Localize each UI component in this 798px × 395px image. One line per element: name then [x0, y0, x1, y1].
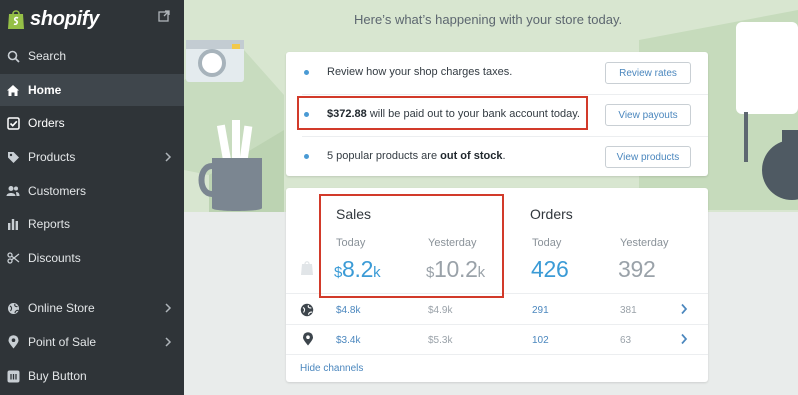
location-pin-icon	[6, 335, 20, 349]
channel-orders-today[interactable]: 291	[532, 305, 549, 316]
search-icon	[6, 49, 20, 63]
task-text: 5 popular products are out of stock.	[327, 150, 506, 162]
payout-highlight	[297, 96, 588, 130]
chevron-right-icon	[165, 152, 172, 162]
sidebar-item-label: Discounts	[28, 251, 81, 265]
task-text: Review how your shop charges taxes.	[327, 66, 513, 78]
bullet-dot	[304, 70, 309, 75]
globe-icon	[300, 303, 314, 317]
task-row: Review how your shop charges taxes. Revi…	[286, 52, 708, 94]
orders-title: Orders	[530, 206, 573, 222]
sidebar-item-label: Customers	[28, 184, 87, 198]
task-row: 5 popular products are out of stock. Vie…	[286, 136, 708, 178]
sidebar-item-label: Products	[28, 150, 76, 164]
chevron-right-icon	[165, 337, 172, 347]
page-headline: Here’s what’s happening with your store …	[354, 12, 623, 27]
sidebar: shopify Search Home Orders Products Cust…	[0, 0, 184, 395]
chevron-right-icon	[165, 303, 172, 313]
sales-highlight	[319, 194, 504, 298]
orders-today-value: 426	[531, 256, 569, 282]
shopify-bag-icon	[301, 261, 313, 275]
channel-orders-today[interactable]: 102	[532, 335, 549, 346]
sidebar-item-label: Online Store	[28, 301, 95, 315]
sidebar-item-orders[interactable]: Orders	[0, 107, 184, 139]
sidebar-item-label: Reports	[28, 217, 71, 231]
channel-sales-yesterday: $5.3k	[428, 335, 453, 346]
location-pin-icon	[303, 332, 313, 346]
shopify-bag-icon	[8, 10, 24, 29]
sidebar-item-reports[interactable]: Reports	[0, 208, 184, 240]
external-link-icon[interactable]	[158, 10, 170, 22]
bullet-dot	[304, 154, 309, 159]
chevron-right-icon[interactable]	[680, 303, 688, 315]
sidebar-item-search[interactable]: Search	[0, 40, 184, 72]
sidebar-item-home[interactable]: Home	[0, 74, 184, 106]
divider	[286, 354, 708, 355]
customers-icon	[6, 184, 20, 198]
review-rates-button[interactable]: Review rates	[605, 62, 691, 84]
sidebar-item-label: Buy Button	[28, 369, 87, 383]
orders-yesterday-label: Yesterday	[620, 237, 669, 249]
main-content: Here’s what’s happening with your store …	[184, 0, 798, 395]
channel-sales-today[interactable]: $3.4k	[336, 335, 360, 346]
buy-button-icon	[6, 369, 20, 383]
view-payouts-button[interactable]: View payouts	[605, 104, 691, 126]
online-store-icon	[6, 301, 20, 315]
channel-orders-yesterday: 381	[620, 305, 637, 316]
sidebar-item-label: Search	[28, 49, 67, 63]
discounts-icon	[6, 251, 20, 265]
sidebar-item-label: Home	[28, 83, 62, 97]
sidebar-item-discounts[interactable]: Discounts	[0, 242, 184, 274]
sidebar-item-label: Point of Sale	[28, 335, 97, 349]
camera-illustration	[186, 40, 244, 82]
channel-sales-yesterday: $4.9k	[428, 305, 453, 316]
orders-icon	[6, 116, 20, 130]
sidebar-item-buy-button[interactable]: Buy Button	[0, 360, 184, 392]
channel-sales-today[interactable]: $4.8k	[336, 305, 360, 316]
sidebar-item-label: Orders	[28, 116, 65, 130]
sidebar-item-customers[interactable]: Customers	[0, 175, 184, 207]
view-products-button[interactable]: View products	[605, 146, 691, 168]
channel-orders-yesterday: 63	[620, 335, 632, 346]
reports-icon	[6, 217, 20, 231]
divider	[286, 324, 708, 325]
sidebar-item-point-of-sale[interactable]: Point of Sale	[0, 326, 184, 358]
home-icon	[6, 83, 20, 97]
chevron-right-icon[interactable]	[680, 333, 688, 345]
sidebar-item-products[interactable]: Products	[0, 141, 184, 173]
tag-icon	[6, 150, 20, 164]
orders-yesterday-value: 392	[618, 256, 656, 282]
sidebar-item-online-store[interactable]: Online Store	[0, 292, 184, 324]
brand[interactable]: shopify	[0, 0, 184, 38]
hide-channels-link[interactable]: Hide channels	[300, 363, 363, 374]
brand-wordmark: shopify	[30, 7, 100, 30]
orders-today-label: Today	[532, 237, 562, 249]
